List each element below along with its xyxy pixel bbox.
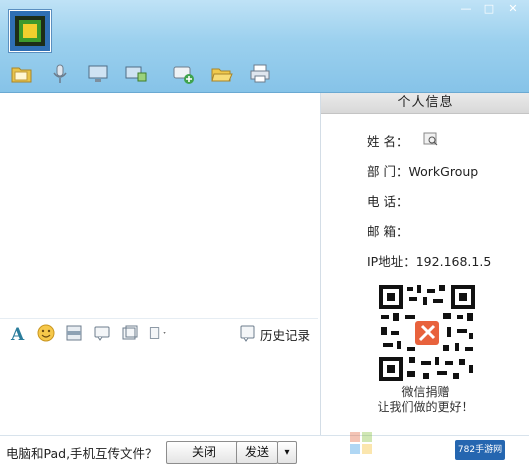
minimize-button[interactable]: — <box>455 2 477 16</box>
send-file-icon[interactable] <box>148 323 168 343</box>
message-input[interactable] <box>0 347 318 435</box>
donate-caption: 微信捐赠 让我们做的更好！ <box>321 385 529 415</box>
phone-label: 电 话： <box>367 194 409 209</box>
history-link[interactable]: 历史记录 <box>260 325 310 344</box>
name-label: 姓 名： <box>367 134 409 149</box>
windows-watermark <box>350 432 372 454</box>
remote-desktop-icon[interactable] <box>124 63 148 85</box>
monitor-icon[interactable] <box>86 63 110 85</box>
format-toolbar: A 历史记录 <box>0 318 318 347</box>
window-header: — □ ✕ <box>0 0 529 93</box>
ip-row: IP地址：192.168.1.5 <box>367 251 491 270</box>
donate-line-1: 微信捐赠 <box>401 385 450 399</box>
profile-panel: 个人信息 姓 名： 部 门：WorkGroup 电 话： 邮 箱： IP地址：1… <box>320 93 529 435</box>
folder-icon[interactable] <box>10 63 34 85</box>
user-card-icon <box>423 132 438 146</box>
font-icon[interactable]: A <box>8 323 28 343</box>
screenshot-icon[interactable] <box>64 323 84 343</box>
dept-label: 部 门： <box>367 164 409 179</box>
printer-icon[interactable] <box>248 63 272 85</box>
send-button[interactable]: 发送 <box>236 441 278 464</box>
email-label: 邮 箱： <box>367 224 409 239</box>
window-shake-icon[interactable] <box>120 323 140 343</box>
ip-label: IP地址： <box>367 254 416 269</box>
message-icon[interactable] <box>92 323 112 343</box>
dept-value: WorkGroup <box>408 164 479 179</box>
site-badge: 782手游网 <box>455 440 505 460</box>
maximize-button[interactable]: □ <box>478 2 500 16</box>
wechat-qr-code <box>377 283 477 383</box>
open-folder-icon[interactable] <box>210 63 234 85</box>
send-options-dropdown[interactable]: ▾ <box>277 441 297 464</box>
dept-row: 部 门：WorkGroup <box>367 161 478 180</box>
transfer-hint-link[interactable]: 电脑和Pad,手机互传文件？ <box>6 443 158 462</box>
svg-text:A: A <box>10 325 25 343</box>
ip-value: 192.168.1.5 <box>415 254 492 269</box>
emoji-icon[interactable] <box>36 323 56 343</box>
chat-history-area[interactable] <box>0 93 318 315</box>
microphone-icon[interactable] <box>48 63 72 85</box>
close-button[interactable]: 关闭 <box>166 441 242 464</box>
donate-line-2: 让我们做的更好！ <box>377 400 474 414</box>
history-icon[interactable] <box>238 323 258 343</box>
profile-header: 个人信息 <box>321 93 529 114</box>
avatar[interactable] <box>9 10 51 52</box>
close-window-button[interactable]: ✕ <box>502 2 524 16</box>
add-chat-icon[interactable] <box>172 63 196 85</box>
